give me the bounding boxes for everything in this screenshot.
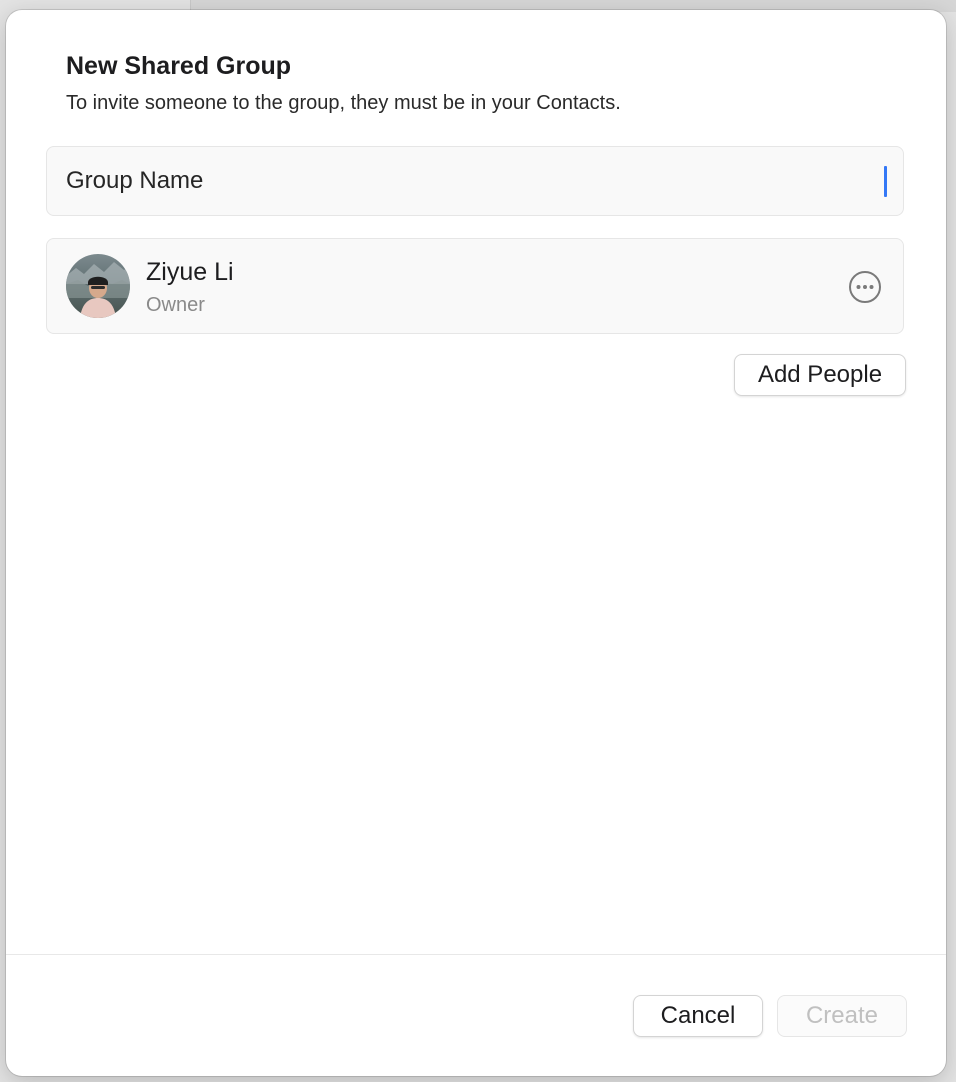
member-row: Ziyue Li Owner [46, 238, 904, 334]
more-options-button[interactable] [848, 270, 882, 304]
text-caret [884, 166, 887, 197]
group-name-input[interactable] [47, 147, 867, 215]
ellipsis-circle-icon [849, 271, 881, 303]
new-shared-group-dialog: New Shared Group To invite someone to th… [6, 10, 946, 1076]
group-name-field[interactable] [46, 146, 904, 216]
avatar [66, 254, 130, 318]
add-people-button[interactable]: Add People [734, 354, 906, 396]
dialog-subtitle: To invite someone to the group, they mus… [66, 92, 621, 114]
create-button[interactable]: Create [777, 995, 907, 1037]
cancel-button[interactable]: Cancel [633, 995, 763, 1037]
footer-divider [6, 954, 946, 955]
member-name: Ziyue Li [146, 258, 234, 286]
dialog-title: New Shared Group [66, 52, 292, 80]
member-role: Owner [146, 294, 205, 316]
